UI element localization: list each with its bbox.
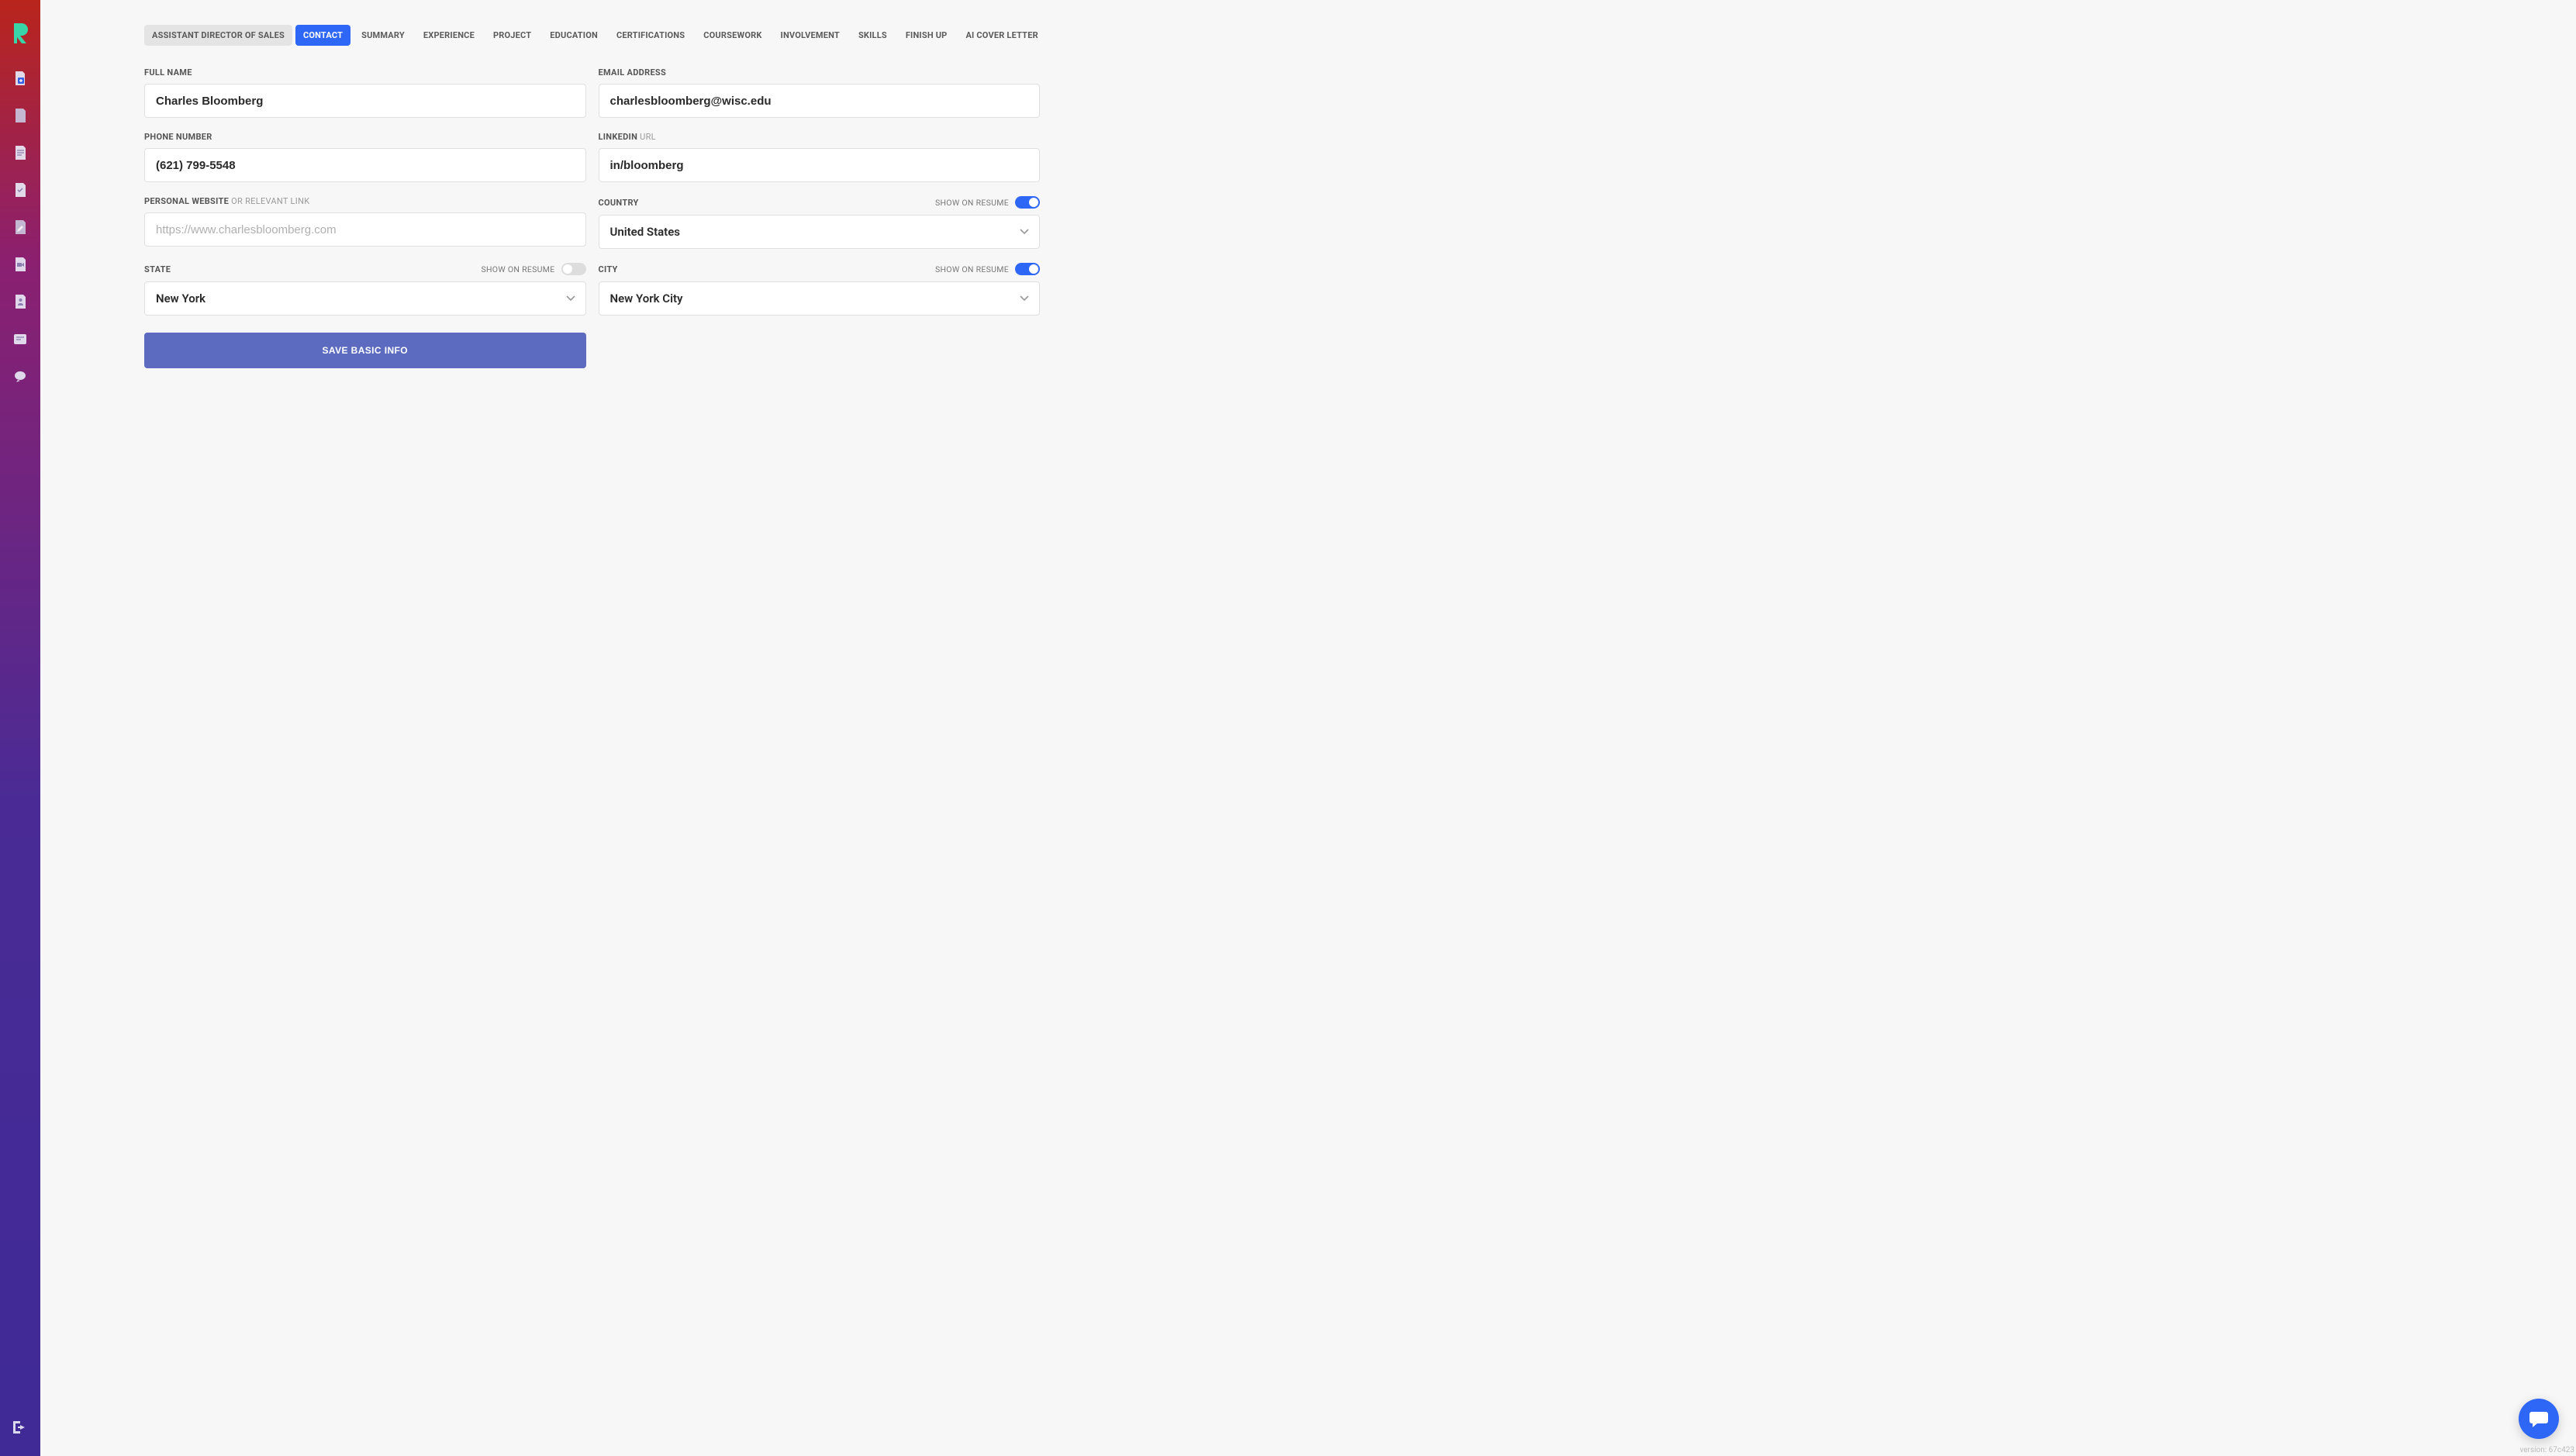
- version-text: version: 67c423: [2519, 1446, 2574, 1454]
- toggle-state-show[interactable]: [561, 263, 586, 275]
- field-website: PERSONAL WEBSITE OR RELEVANT LINK: [144, 196, 586, 249]
- tab-certifications[interactable]: CERTIFICATIONS: [609, 25, 692, 46]
- save-basic-info-button[interactable]: SAVE BASIC INFO: [144, 333, 586, 368]
- nav-edit-icon[interactable]: [13, 220, 27, 234]
- field-full-name: FULL NAME: [144, 67, 586, 118]
- field-email: EMAIL ADDRESS: [599, 67, 1041, 118]
- main-content: ASSISTANT DIRECTOR OF SALES CONTACT SUMM…: [40, 0, 2576, 1456]
- label-full-name: FULL NAME: [144, 67, 192, 78]
- tab-finish-up[interactable]: FINISH UP: [898, 25, 955, 46]
- select-country[interactable]: United States: [599, 215, 1041, 249]
- input-linkedin[interactable]: [599, 148, 1041, 182]
- nav-checklist-icon[interactable]: [13, 183, 27, 197]
- tab-contact[interactable]: CONTACT: [295, 25, 350, 46]
- toggle-label-state: SHOW ON RESUME: [481, 264, 554, 274]
- nav-card-icon[interactable]: [13, 332, 27, 346]
- field-city: CITY SHOW ON RESUME New York City: [599, 263, 1041, 316]
- tab-ai-cover-letter[interactable]: AI COVER LETTER: [958, 25, 1045, 46]
- sidebar: [0, 0, 40, 1456]
- select-state[interactable]: New York: [144, 281, 586, 316]
- input-email[interactable]: [599, 84, 1041, 118]
- tab-experience[interactable]: EXPERIENCE: [416, 25, 482, 46]
- tab-project[interactable]: PROJECT: [485, 25, 539, 46]
- tabs-bar: ASSISTANT DIRECTOR OF SALES CONTACT SUMM…: [144, 25, 2545, 46]
- nav-profile-icon[interactable]: [13, 295, 27, 309]
- input-website[interactable]: [144, 212, 586, 247]
- input-phone[interactable]: [144, 148, 586, 182]
- field-country: COUNTRY SHOW ON RESUME United States: [599, 196, 1041, 249]
- label-country: COUNTRY: [599, 198, 639, 208]
- field-state: STATE SHOW ON RESUME New York: [144, 263, 586, 316]
- label-city: CITY: [599, 264, 618, 274]
- label-state: STATE: [144, 264, 171, 274]
- chat-launcher-button[interactable]: [2519, 1399, 2559, 1439]
- tab-resume-title[interactable]: ASSISTANT DIRECTOR OF SALES: [144, 25, 292, 46]
- input-full-name[interactable]: [144, 84, 586, 118]
- label-linkedin: LINKEDIN URL: [599, 132, 656, 142]
- field-linkedin: LINKEDIN URL: [599, 132, 1041, 182]
- nav-document-lines-icon[interactable]: [13, 146, 27, 160]
- app-logo[interactable]: [11, 22, 29, 43]
- select-city[interactable]: New York City: [599, 281, 1041, 316]
- label-website: PERSONAL WEBSITE OR RELEVANT LINK: [144, 196, 309, 206]
- tab-summary[interactable]: SUMMARY: [354, 25, 413, 46]
- tab-skills[interactable]: SKILLS: [851, 25, 895, 46]
- label-phone: PHONE NUMBER: [144, 132, 212, 142]
- chat-icon: [2529, 1409, 2549, 1428]
- nav-create-icon[interactable]: [13, 71, 27, 85]
- toggle-city-show[interactable]: [1015, 263, 1040, 275]
- field-phone: PHONE NUMBER: [144, 132, 586, 182]
- nav-logout-icon[interactable]: [13, 1420, 27, 1434]
- toggle-label-country: SHOW ON RESUME: [935, 198, 1009, 208]
- toggle-label-city: SHOW ON RESUME: [935, 264, 1009, 274]
- tab-education[interactable]: EDUCATION: [542, 25, 606, 46]
- nav-video-icon[interactable]: [13, 257, 27, 271]
- nav-document-icon[interactable]: [13, 109, 27, 122]
- tab-involvement[interactable]: INVOLVEMENT: [773, 25, 848, 46]
- label-email: EMAIL ADDRESS: [599, 67, 667, 78]
- contact-form: FULL NAME EMAIL ADDRESS PHONE NUMBER LIN…: [144, 67, 1040, 368]
- tab-coursework[interactable]: COURSEWORK: [696, 25, 769, 46]
- nav-chat-icon[interactable]: [13, 369, 27, 383]
- toggle-country-show[interactable]: [1015, 196, 1040, 209]
